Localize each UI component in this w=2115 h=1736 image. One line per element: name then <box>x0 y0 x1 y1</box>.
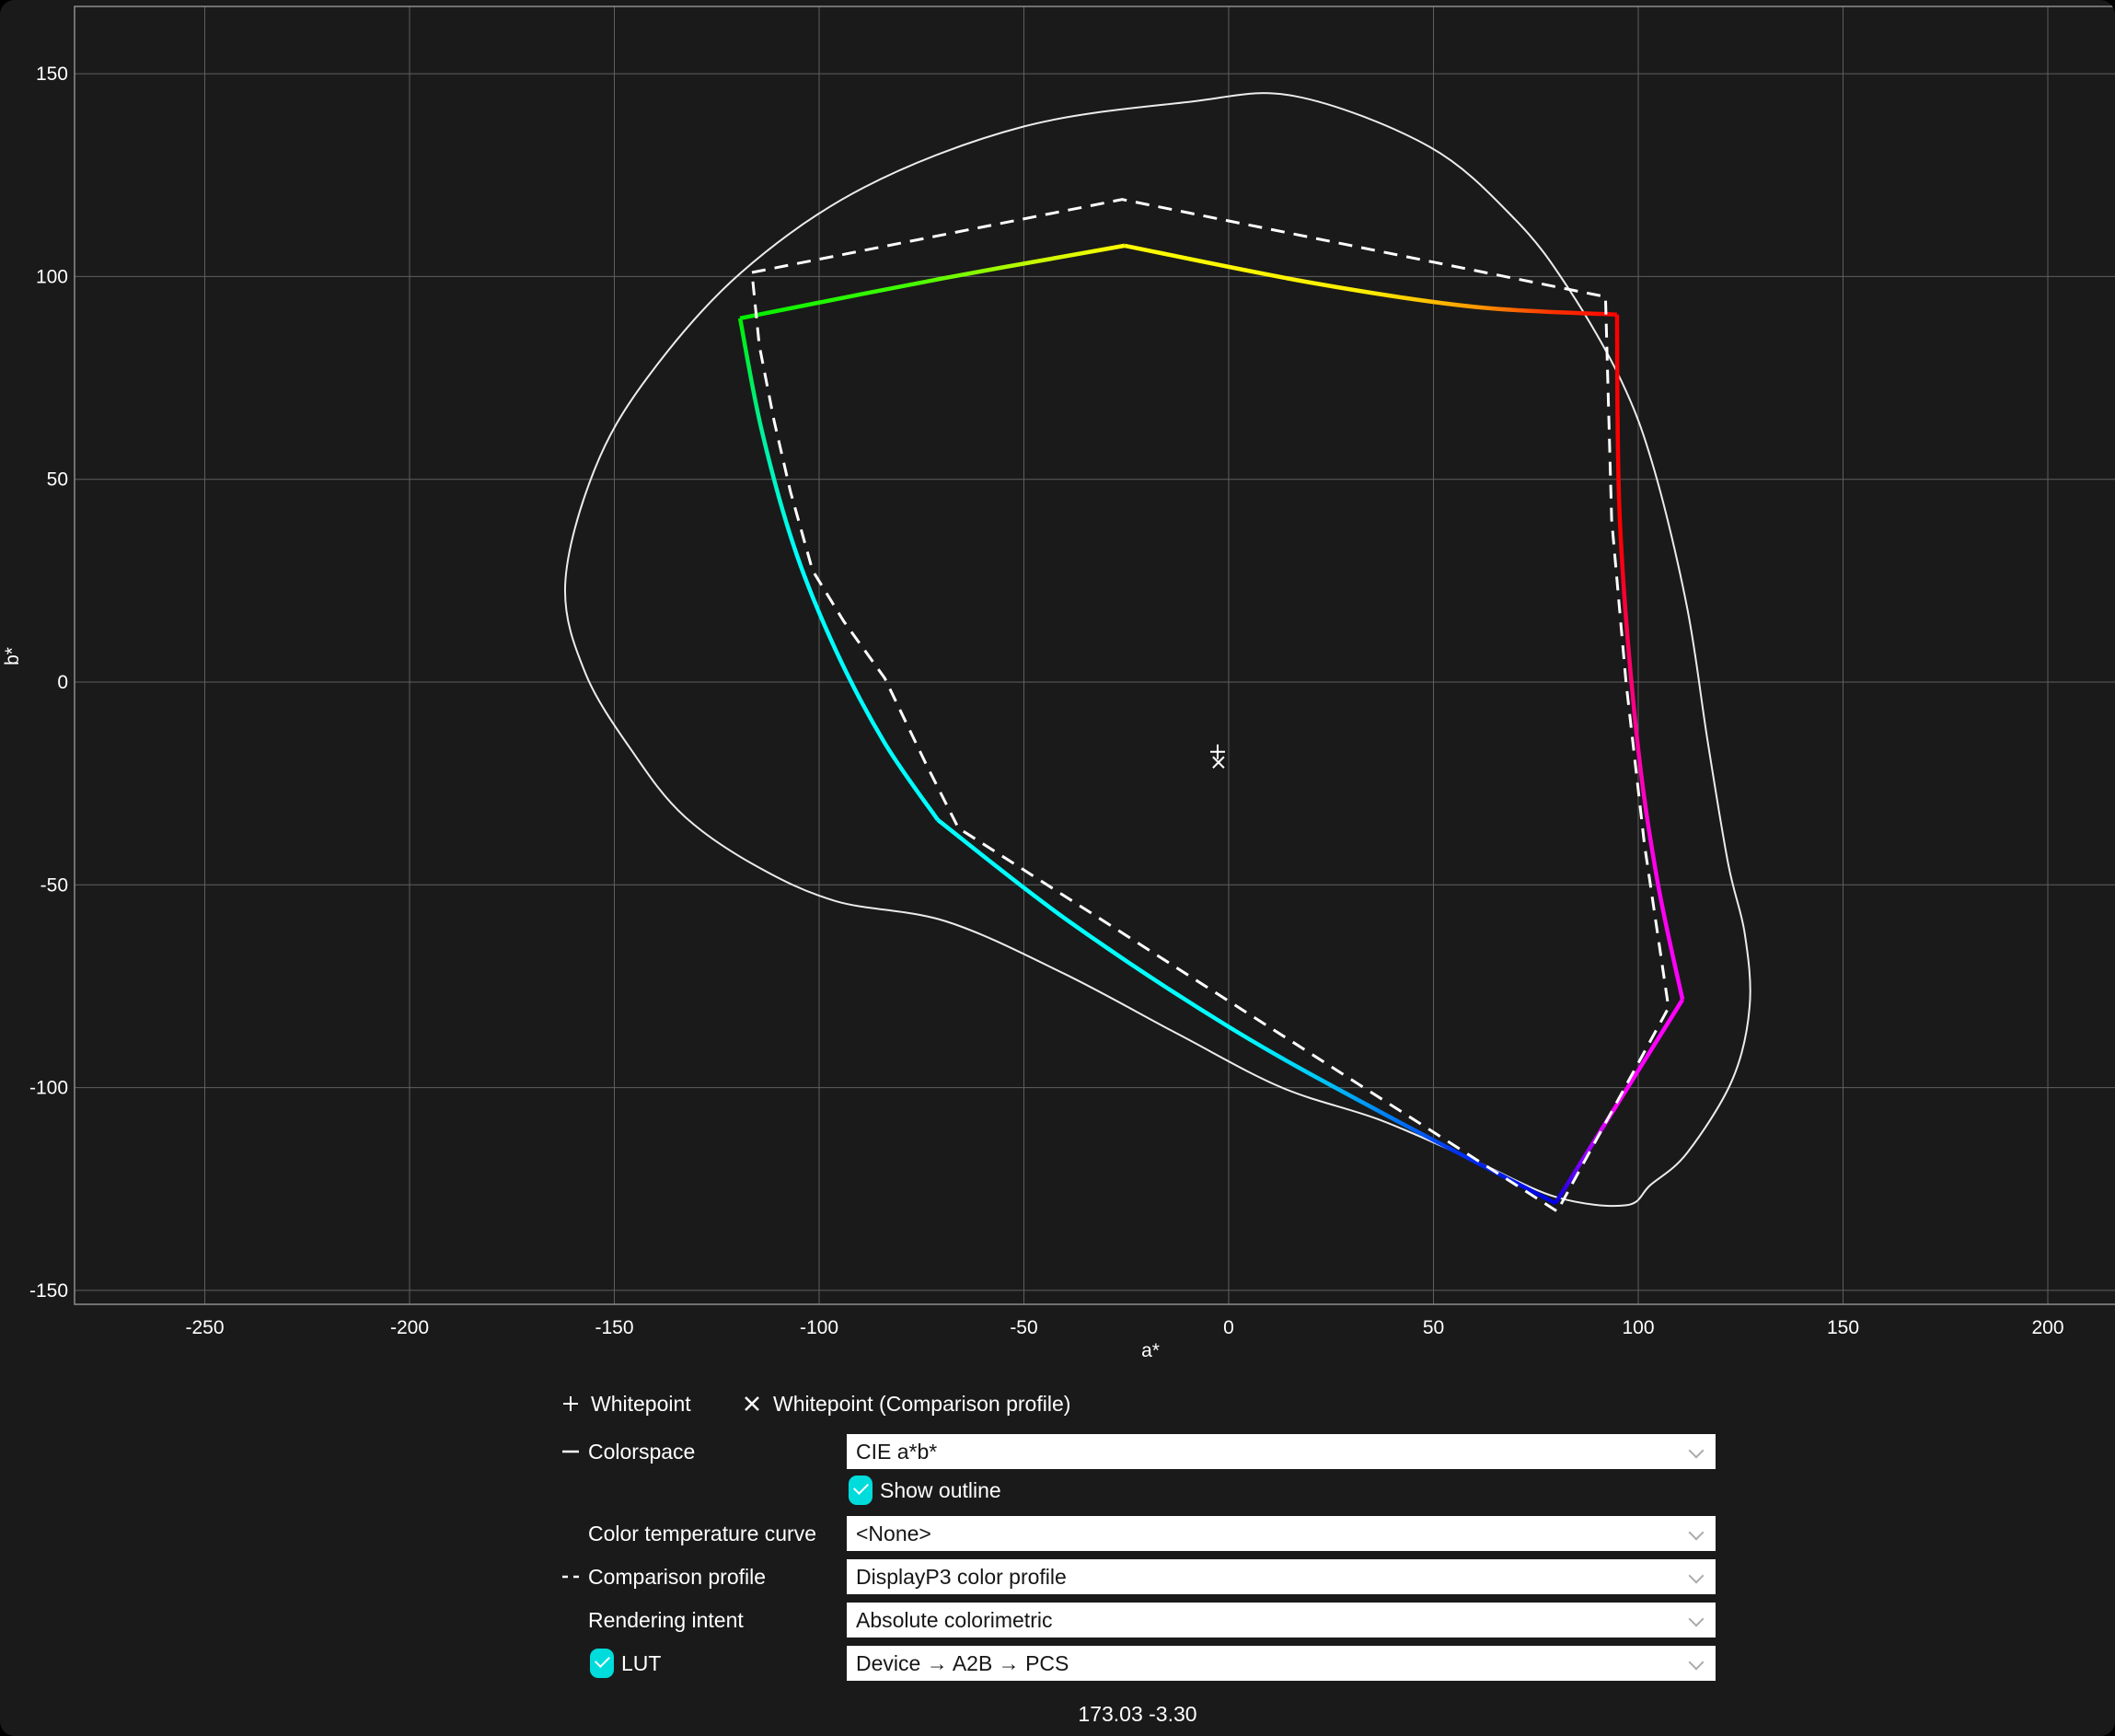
y-axis-label: b* <box>2 647 23 665</box>
color-temperature-curve-dropdown[interactable]: <None> <box>847 1516 1716 1551</box>
visible-gamut-outline <box>565 93 1751 1206</box>
x-tick-label: -100 <box>800 1317 838 1338</box>
y-tick-label: -100 <box>29 1078 68 1099</box>
y-tick-label: -50 <box>40 874 68 896</box>
color-temperature-curve-label: Color temperature curve <box>588 1516 816 1551</box>
chevron-down-icon <box>1689 1443 1705 1459</box>
chevron-down-icon <box>1689 1655 1705 1671</box>
y-tick-label: 150 <box>36 64 68 85</box>
x-tick-label: -150 <box>595 1317 633 1338</box>
plus-marker-icon <box>561 1394 581 1414</box>
colorspace-value: CIE a*b* <box>856 1434 937 1469</box>
profile-gamut-cyan-green-left-edge <box>740 318 938 820</box>
chevron-down-icon <box>1689 1568 1705 1584</box>
x-tick-label: 150 <box>1827 1317 1859 1338</box>
color-temperature-curve-value: <None> <box>856 1516 931 1551</box>
x-tick-label: 0 <box>1223 1317 1234 1338</box>
profile-gamut-green-yellow-top-left-edge <box>740 246 1125 318</box>
plot-border <box>75 6 2115 1304</box>
chevron-down-icon <box>1689 1612 1705 1627</box>
colorspace-label-row: Colorspace <box>561 1434 846 1469</box>
x-tick-label: 100 <box>1622 1317 1654 1338</box>
y-tick-label: 50 <box>47 469 68 491</box>
profile-gamut-yellow-red-top-right-edge <box>1125 246 1617 315</box>
cursor-coordinates-status: 173.03 -3.30 <box>1078 1702 1196 1727</box>
checkmark-icon <box>595 1652 610 1668</box>
comparison-profile-label-row: Comparison profile <box>561 1559 846 1594</box>
chevron-down-icon <box>1689 1525 1705 1541</box>
legend-whitepoint-comparison-label: Whitepoint (Comparison profile) <box>773 1389 1070 1418</box>
y-tick-label: -150 <box>29 1280 68 1302</box>
dashed-line-icon <box>561 1559 583 1594</box>
rendering-intent-dropdown[interactable]: Absolute colorimetric <box>847 1603 1716 1638</box>
x-tick-label: 50 <box>1423 1317 1444 1338</box>
show-outline-label: Show outline <box>880 1473 1001 1508</box>
colorspace-label: Colorspace <box>588 1434 695 1469</box>
colorspace-dropdown[interactable]: CIE a*b* <box>847 1434 1716 1469</box>
comparison-profile-value: DisplayP3 color profile <box>856 1559 1067 1594</box>
lut-dropdown[interactable]: Device → A2B → PCS <box>847 1646 1716 1681</box>
x-axis-label: a* <box>1141 1340 1160 1361</box>
comparison-profile-dropdown[interactable]: DisplayP3 color profile <box>847 1559 1716 1594</box>
x-tick-label: -200 <box>390 1317 429 1338</box>
solid-line-icon <box>561 1434 583 1469</box>
rendering-intent-label-row: Rendering intent <box>561 1603 846 1638</box>
lut-checkbox[interactable] <box>590 1649 614 1678</box>
lut-value: Device → A2B → PCS <box>856 1646 1069 1681</box>
chart-legend: Whitepoint Whitepoint (Comparison profil… <box>0 1389 2115 1418</box>
rendering-intent-label: Rendering intent <box>588 1603 744 1638</box>
y-tick-label: 0 <box>57 672 68 693</box>
x-tick-label: 200 <box>2031 1317 2063 1338</box>
cross-marker-icon <box>742 1394 762 1414</box>
show-outline-checkbox[interactable] <box>849 1476 873 1505</box>
profile-gamut-magenta-blue-edge <box>1555 1000 1682 1203</box>
comparison-profile-label: Comparison profile <box>588 1559 766 1594</box>
gamut-chart[interactable]: -250 -200 -150 -100 -50 0 50 100 150 200 150 100 50 0… <box>0 0 2115 1381</box>
y-tick-label: 100 <box>36 266 68 287</box>
comparison-profile-gamut <box>752 200 1669 1211</box>
x-tick-label: -250 <box>185 1317 224 1338</box>
x-tick-label: -50 <box>1010 1317 1037 1338</box>
profile-gamut-red-magenta-right-edge <box>1617 315 1682 1000</box>
gamut-viewer-window: -250 -200 -150 -100 -50 0 50 100 150 200 150 100 50 0… <box>0 0 2115 1736</box>
rendering-intent-value: Absolute colorimetric <box>856 1603 1052 1638</box>
legend-whitepoint-label: Whitepoint <box>591 1389 691 1418</box>
color-temperature-curve-label-row: Color temperature curve <box>561 1516 846 1551</box>
lut-label: LUT <box>621 1646 661 1681</box>
checkmark-icon <box>853 1479 869 1495</box>
